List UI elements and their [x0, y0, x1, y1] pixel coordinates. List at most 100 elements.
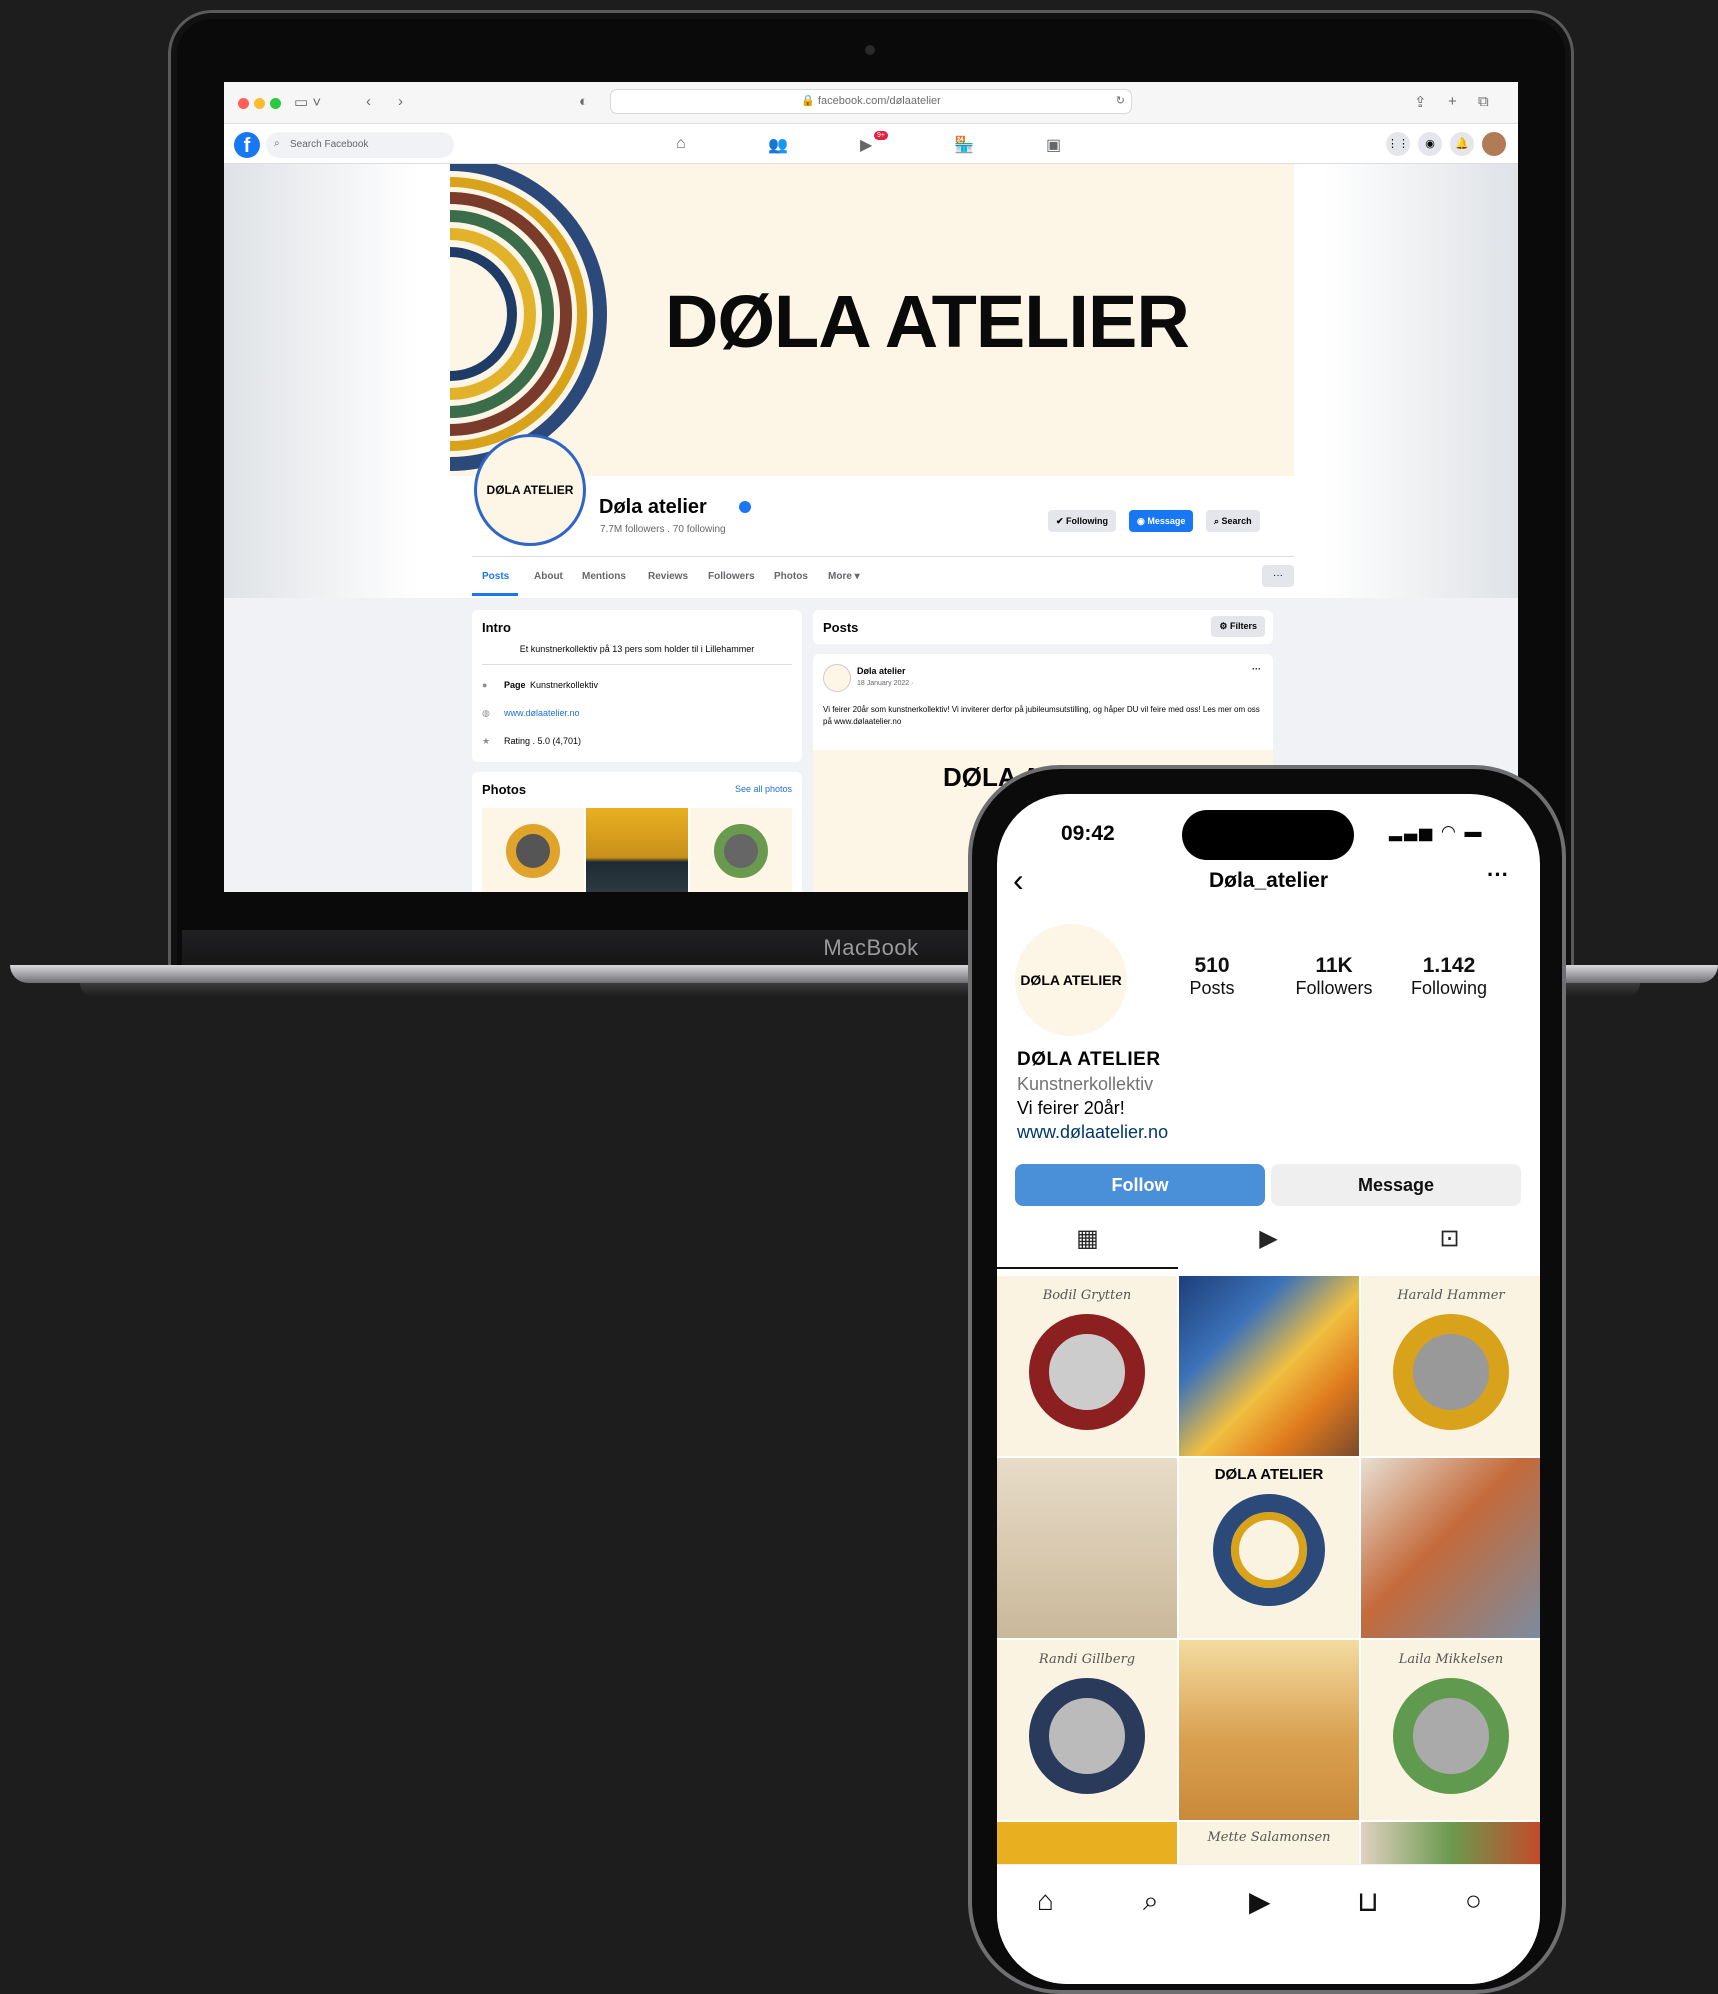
- account-avatar[interactable]: [1482, 132, 1506, 156]
- menu-grid-icon[interactable]: ⋮⋮: [1386, 132, 1410, 156]
- grid-tile[interactable]: Bodil Grytten: [997, 1276, 1177, 1456]
- share-icon[interactable]: ⇪: [1414, 93, 1427, 111]
- profile-icon[interactable]: ○: [1465, 1885, 1482, 1917]
- sidebar-toggle-icon[interactable]: ▭ ˅: [294, 93, 321, 111]
- grid-tile[interactable]: [1179, 1276, 1359, 1456]
- grid-tile[interactable]: Laila Mikkelsen: [1361, 1640, 1540, 1820]
- minimize-window-button[interactable]: [254, 98, 265, 109]
- grid-tile[interactable]: Harald Hammer: [1361, 1276, 1540, 1456]
- more-options-icon[interactable]: ···: [1487, 862, 1509, 888]
- see-all-photos-link[interactable]: See all photos: [735, 784, 792, 794]
- forward-icon[interactable]: ›: [398, 93, 403, 110]
- grid-tile[interactable]: [1179, 1640, 1359, 1820]
- facebook-navbar: f Search Facebook ⌕ ⌂ 👥 ▶ 9+ 🏪 ▣ ⋮⋮ ◉ 🔔: [224, 124, 1518, 164]
- bio-name: DØLA ATELIER: [1017, 1049, 1161, 1070]
- privacy-shield-icon[interactable]: ◐: [579, 93, 588, 110]
- intro-title: Intro: [482, 620, 511, 635]
- cover-photo[interactable]: DØLA ATELIER: [450, 164, 1294, 476]
- tab-posts[interactable]: Posts: [482, 571, 509, 582]
- photo-thumb-3[interactable]: [690, 808, 792, 892]
- tile-caption: Mette Salamonsen: [1207, 1830, 1331, 1845]
- shop-bag-icon[interactable]: ⊔: [1357, 1885, 1379, 1918]
- stat-following[interactable]: 1.142 Following: [1389, 954, 1509, 999]
- search-icon[interactable]: ⌕: [1143, 1885, 1159, 1918]
- grid-tile[interactable]: [997, 1458, 1177, 1638]
- tile-caption: Bodil Grytten: [1042, 1288, 1132, 1303]
- grid-tile-partial[interactable]: [997, 1822, 1177, 1864]
- tab-more[interactable]: More ▾: [828, 571, 860, 582]
- posts-header-card: Posts ⚙ Filters: [813, 610, 1273, 644]
- post-author-avatar[interactable]: [823, 664, 851, 692]
- search-label: Search: [1221, 516, 1252, 526]
- grid-tile-partial[interactable]: [1361, 1822, 1540, 1864]
- follow-button[interactable]: Follow: [1015, 1164, 1265, 1206]
- filters-label: Filters: [1229, 621, 1257, 631]
- tab-photos[interactable]: Photos: [774, 571, 808, 582]
- tabs-overview-icon[interactable]: ⧉: [1478, 93, 1489, 110]
- website-link[interactable]: www.dølaatelier.no: [504, 708, 580, 718]
- reels-tab-icon[interactable]: ▶: [1178, 1209, 1359, 1269]
- tile-caption: Laila Mikkelsen: [1398, 1652, 1504, 1667]
- friends-icon[interactable]: 👥: [768, 135, 788, 155]
- tab-about[interactable]: About: [534, 571, 563, 582]
- more-options-button[interactable]: ···: [1262, 565, 1294, 587]
- grid-tile[interactable]: DØLA ATELIER: [1179, 1458, 1359, 1638]
- message-button[interactable]: Message: [1271, 1164, 1521, 1206]
- home-icon[interactable]: ⌂: [676, 135, 686, 153]
- post-options-icon[interactable]: ···: [1252, 664, 1261, 674]
- facebook-logo-icon[interactable]: f: [234, 132, 260, 158]
- post-date[interactable]: 18 January 2022 ·: [857, 680, 913, 687]
- following-button[interactable]: ✔ Following: [1048, 510, 1117, 532]
- browser-toolbar: ▭ ˅ ‹ › ◐ 🔒 facebook.com/dølaatelier ↻ ⇪ …: [224, 82, 1518, 124]
- notification-badge: 9+: [874, 131, 888, 140]
- stat-value: 510: [1194, 954, 1230, 977]
- address-bar[interactable]: 🔒 facebook.com/dølaatelier ↻: [610, 89, 1132, 114]
- close-window-button[interactable]: [238, 98, 249, 109]
- intro-card: Intro Et kunstnerkollektiv på 13 pers so…: [472, 610, 802, 762]
- messenger-icon[interactable]: ◉: [1418, 132, 1442, 156]
- grid-tile-partial[interactable]: Mette Salamonsen: [1179, 1822, 1359, 1864]
- gaming-icon[interactable]: ▣: [1046, 135, 1061, 155]
- page-avatar[interactable]: DØLA ATELIER: [474, 434, 586, 546]
- filters-button[interactable]: ⚙ Filters: [1211, 616, 1265, 637]
- reels-icon[interactable]: ▶: [1249, 1885, 1271, 1918]
- new-tab-icon[interactable]: +: [1448, 93, 1457, 110]
- url-text: facebook.com/dølaatelier: [817, 95, 941, 107]
- stat-posts[interactable]: 510 Posts: [1167, 954, 1257, 999]
- tile-caption: DØLA ATELIER: [1214, 1466, 1324, 1483]
- grid-tile[interactable]: Randi Gillberg: [997, 1640, 1177, 1820]
- reload-icon[interactable]: ↻: [1116, 90, 1125, 113]
- info-icon: ●: [482, 680, 488, 690]
- photo-thumb-2[interactable]: [586, 808, 688, 892]
- stat-label: Posts: [1189, 978, 1235, 998]
- stat-followers[interactable]: 11K Followers: [1279, 954, 1389, 999]
- grid-tile[interactable]: [1361, 1458, 1540, 1638]
- search-icon: ⌕: [274, 138, 280, 149]
- avatar-text: DØLA ATELIER: [486, 483, 574, 497]
- camera: [865, 45, 875, 55]
- photo-thumb-1[interactable]: [482, 808, 584, 892]
- rating-text: Rating . 5.0 (4,701): [504, 736, 582, 746]
- search-input[interactable]: Search Facebook: [266, 132, 454, 158]
- grid-tab-icon[interactable]: ▦: [997, 1209, 1178, 1269]
- profile-username: Døla_atelier: [1208, 869, 1329, 892]
- tab-mentions[interactable]: Mentions: [582, 571, 626, 582]
- home-icon[interactable]: ⌂: [1037, 1885, 1054, 1917]
- message-button[interactable]: ◉ Message: [1129, 510, 1194, 532]
- profile-avatar[interactable]: DØLA ATELIER: [1015, 924, 1127, 1036]
- bio-link[interactable]: www.dølaatelier.no: [1017, 1122, 1168, 1143]
- tab-reviews[interactable]: Reviews: [648, 571, 688, 582]
- tab-followers[interactable]: Followers: [708, 571, 755, 582]
- tagged-tab-icon[interactable]: ⊡: [1359, 1209, 1540, 1269]
- back-icon[interactable]: ‹: [366, 93, 371, 110]
- globe-icon: ◍: [482, 708, 490, 718]
- dynamic-island: [1182, 810, 1354, 860]
- notifications-bell-icon[interactable]: 🔔: [1450, 132, 1474, 156]
- bio-category: Kunstnerkollektiv: [1017, 1074, 1154, 1094]
- photos-title: Photos: [482, 782, 527, 797]
- post-author[interactable]: Døla atelier: [857, 666, 906, 676]
- maximize-window-button[interactable]: [270, 98, 281, 109]
- watch-icon[interactable]: ▶: [860, 135, 872, 155]
- marketplace-icon[interactable]: 🏪: [954, 135, 974, 155]
- page-search-button[interactable]: ⌕ Search: [1206, 510, 1260, 532]
